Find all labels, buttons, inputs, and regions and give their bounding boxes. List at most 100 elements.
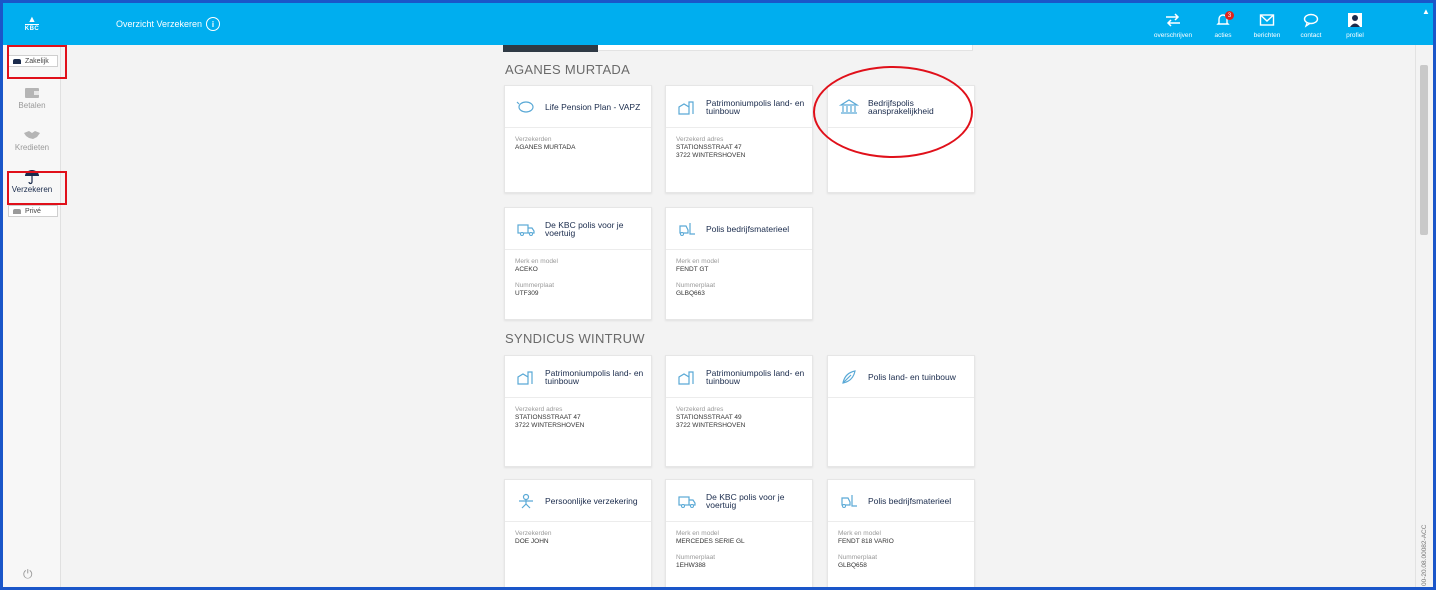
field-label: Verzekerden (515, 530, 552, 537)
card-title: Polis land- en tuinbouw (868, 371, 956, 382)
policy-card[interactable]: De KBC polis voor je voertuig Merk en mo… (665, 479, 813, 587)
policy-card[interactable]: Persoonlijke verzekering Verzekerden DOE… (504, 479, 652, 587)
field-value: FENDT GT (676, 266, 709, 273)
card-title: Polis bedrijfsmaterieel (706, 223, 790, 234)
contact-label: contact (1300, 32, 1322, 39)
card-title: De KBC polis voor je voertuig (545, 219, 624, 238)
profile-icon (1348, 13, 1362, 27)
card-title: Patrimoniumpolis land- en tuinbouw (706, 367, 805, 386)
field-value: GLBQ663 (676, 290, 705, 297)
field-value: STATIONSSTRAAT 49 (676, 414, 742, 421)
annotation-box-zakelijk (7, 45, 67, 79)
prive-toggle[interactable]: Privé (8, 205, 58, 217)
card-header: Patrimoniumpolis land- en tuinbouw (666, 356, 812, 398)
annotation-box-verzekeren (7, 171, 67, 205)
profiel-label: profiel (1346, 32, 1364, 39)
sidebar-item-kredieten[interactable]: Kredieten (3, 127, 61, 152)
scroll-up-arrow-icon[interactable]: ▲ (1419, 3, 1433, 45)
card-header: De KBC polis voor je voertuig (666, 480, 812, 522)
field-value: UTF309 (515, 290, 539, 297)
field-label: Merk en model (515, 258, 558, 265)
farm-building-icon (678, 100, 694, 115)
main-content: AGANES MURTADA Life Pension Plan - VAPZ … (61, 45, 1415, 587)
card-title: Persoonlijke verzekering (545, 495, 638, 506)
version-label: 00-20.08.00082-ACC (1421, 524, 1428, 586)
field-value: 1EHW388 (676, 562, 706, 569)
policy-card[interactable]: Polis land- en tuinbouw (827, 355, 975, 467)
berichten-label: berichten (1253, 32, 1281, 39)
policy-card[interactable]: Life Pension Plan - VAPZ Verzekerden AGA… (504, 85, 652, 193)
field-value: DOE JOHN (515, 538, 549, 545)
truck-icon (517, 223, 535, 236)
transfer-icon (1166, 13, 1180, 27)
card-header: Polis bedrijfsmaterieel (666, 208, 812, 250)
chat-bubble-icon (1303, 13, 1319, 28)
overschrijven-button[interactable]: overschrijven (1149, 9, 1197, 40)
field-value-2: 3722 WINTERSHOVEN (676, 422, 746, 429)
app-window: ▲ KBC Overzicht Verzekeren i overschrijv… (0, 0, 1436, 590)
farm-building-icon (678, 370, 694, 385)
envelope-icon (1259, 14, 1275, 26)
field-value: AGANES MURTADA (515, 144, 576, 151)
sidebar-item-betalen[interactable]: Betalen (3, 85, 61, 110)
field-label: Nummerplaat (676, 554, 716, 561)
forklift-icon (679, 222, 695, 236)
field-label: Merk en model (676, 530, 719, 537)
policy-card[interactable]: Patrimoniumpolis land- en tuinbouw Verze… (665, 355, 813, 467)
farm-building-icon (517, 370, 533, 385)
top-bar: ▲ KBC Overzicht Verzekeren i overschrijv… (3, 3, 1433, 45)
section-title: SYNDICUS WINTRUW (505, 331, 645, 346)
logo-mark: ▲ KBC (18, 13, 46, 35)
logo-icon: ▲ (27, 14, 37, 24)
kbc-logo[interactable]: ▲ KBC (3, 3, 61, 45)
acties-button[interactable]: 3 acties (1205, 9, 1241, 40)
page-title: Overzicht Verzekeren (116, 19, 203, 29)
top-banner-image (503, 45, 598, 52)
profiel-button[interactable]: profiel (1337, 9, 1373, 40)
overschrijven-label: overschrijven (1153, 32, 1193, 39)
card-header: Patrimoniumpolis land- en tuinbouw (666, 86, 812, 128)
policy-card[interactable]: Polis bedrijfsmaterieel Merk en model FE… (665, 207, 813, 320)
card-header: Persoonlijke verzekering (505, 480, 651, 522)
contact-button[interactable]: contact (1293, 9, 1329, 40)
logo-text: KBC (24, 24, 40, 32)
scrollbar-thumb[interactable] (1420, 65, 1428, 235)
info-icon[interactable]: i (206, 17, 221, 31)
annotation-ellipse (813, 66, 973, 158)
card-header: Patrimoniumpolis land- en tuinbouw (505, 356, 651, 398)
policy-card[interactable]: Patrimoniumpolis land- en tuinbouw Verze… (504, 355, 652, 467)
leaf-icon (842, 369, 856, 384)
field-value: MERCEDES SERIE GL (676, 538, 745, 545)
wallet-icon (25, 88, 39, 98)
policy-card[interactable]: De KBC polis voor je voertuig Merk en mo… (504, 207, 652, 320)
field-label: Verzekerd adres (515, 406, 563, 413)
person-small-icon (13, 208, 21, 214)
power-icon[interactable]: ⏻ (23, 567, 33, 582)
truck-icon (678, 495, 696, 508)
card-title: Polis bedrijfsmaterieel (868, 495, 952, 506)
header-actions: overschrijven 3 acties berichten contact… (1149, 9, 1373, 40)
field-label: Merk en model (838, 530, 881, 537)
card-header: Polis land- en tuinbouw (828, 356, 974, 398)
field-value: ACEKO (515, 266, 538, 273)
person-icon (519, 493, 533, 508)
card-header: Polis bedrijfsmaterieel (828, 480, 974, 522)
card-title: Life Pension Plan - VAPZ (545, 101, 641, 112)
handshake-icon (24, 131, 40, 139)
section-title: AGANES MURTADA (505, 62, 631, 77)
field-label: Merk en model (676, 258, 719, 265)
card-title: De KBC polis voor je voertuig (706, 491, 785, 510)
policy-card[interactable]: Polis bedrijfsmaterieel Merk en model FE… (827, 479, 975, 587)
vertical-scrollbar[interactable]: 00-20.08.00082-ACC (1415, 45, 1433, 587)
field-label: Verzekerden (515, 136, 552, 143)
field-value: STATIONSSTRAAT 47 (676, 144, 742, 151)
berichten-button[interactable]: berichten (1249, 9, 1285, 40)
field-value: STATIONSSTRAAT 47 (515, 414, 581, 421)
field-label: Nummerplaat (838, 554, 878, 561)
forklift-icon (841, 494, 857, 508)
field-value: FENDT 818 VARIO (838, 538, 894, 545)
card-header: De KBC polis voor je voertuig (505, 208, 651, 250)
prive-label: Privé (25, 207, 41, 215)
policy-card[interactable]: Patrimoniumpolis land- en tuinbouw Verze… (665, 85, 813, 193)
sidebar: Zakelijk Betalen Kredieten Verzekeren Pr… (3, 45, 61, 587)
